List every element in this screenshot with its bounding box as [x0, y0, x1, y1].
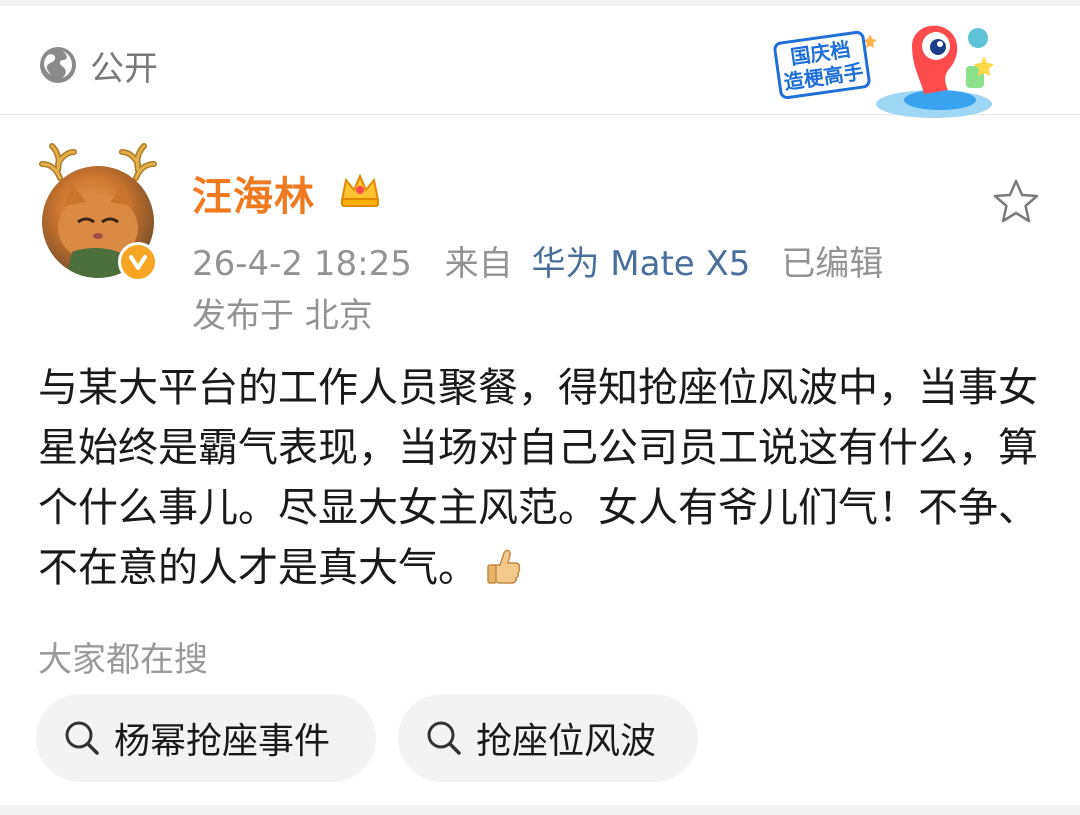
search-chip[interactable]: 抢座位风波 — [398, 694, 698, 782]
post-timestamp: 26-4-2 18:25 — [192, 244, 412, 284]
crown-badge-icon — [340, 173, 380, 207]
search-chip-label: 杨幂抢座事件 — [114, 721, 331, 762]
visibility-label: 公开 — [90, 48, 158, 89]
favorite-star-icon[interactable] — [990, 176, 1042, 228]
search-icon — [427, 721, 461, 755]
post-location: 发布于 北京 — [192, 296, 373, 336]
search-icon — [65, 721, 99, 755]
verified-badge-icon — [118, 242, 158, 282]
author-name[interactable]: 汪海林 — [192, 164, 315, 222]
device-link[interactable]: 华为 Mate X5 — [531, 244, 750, 284]
globe-icon — [40, 47, 76, 83]
source-prefix: 来自 — [444, 244, 513, 284]
search-chip[interactable]: 杨幂抢座事件 — [36, 694, 376, 782]
post-header-bar: 公开 国庆档 造梗高手 — [0, 6, 1080, 118]
post-card: 公开 国庆档 造梗高手 汪海林 26-4-2 18:25 来自 华为 Mate … — [0, 6, 1080, 805]
post-body: 与某大平台的工作人员聚餐，得知抢座位风波中，当事女星始终是霸气表现，当场对自己公… — [38, 358, 1048, 598]
trending-search-label: 大家都在搜 — [38, 640, 208, 680]
holiday-promo-badge[interactable]: 国庆档 造梗高手 — [762, 16, 998, 120]
thumbs-up-emoji-icon — [487, 549, 521, 584]
author-avatar-group[interactable] — [38, 134, 158, 284]
edited-label[interactable]: 已编辑 — [781, 244, 883, 284]
visibility-indicator[interactable]: 公开 — [38, 40, 158, 90]
post-meta: 26-4-2 18:25 来自 华为 Mate X5 已编辑 — [192, 236, 883, 285]
search-chip-label: 抢座位风波 — [476, 721, 657, 762]
post-text: 与某大平台的工作人员聚餐，得知抢座位风波中，当事女星始终是霸气表现，当场对自己公… — [38, 365, 1038, 591]
